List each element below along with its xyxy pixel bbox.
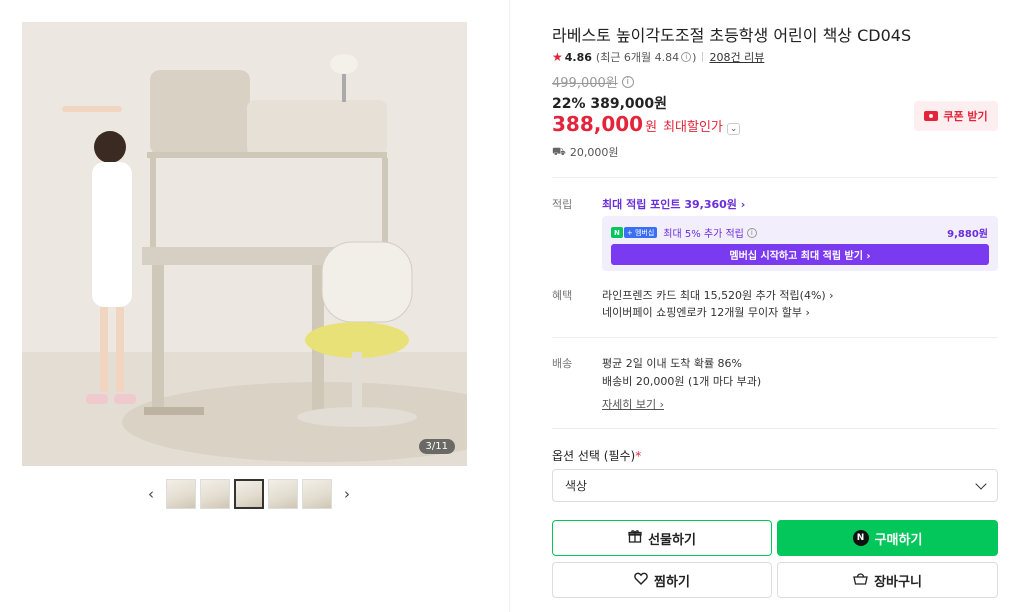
buy-label: 구매하기 xyxy=(874,532,923,548)
rating-recent-close: ) xyxy=(692,50,697,64)
original-price-row: 499,000원 i xyxy=(552,72,634,91)
option-label-text: 옵션 선택 (필수) xyxy=(552,449,636,463)
select-value: 색상 xyxy=(565,479,588,493)
cart-button[interactable]: 장바구니 xyxy=(777,562,998,598)
thumbnail-1[interactable] xyxy=(166,479,196,509)
chevron-down-icon xyxy=(975,477,987,490)
separator xyxy=(702,52,704,62)
max-discount-label: 최대할인가 xyxy=(663,120,723,135)
chevron-right-icon: › xyxy=(344,485,350,503)
max-points-link[interactable]: 최대 적립 포인트 39,360원 › xyxy=(602,196,745,212)
info-icon[interactable]: i xyxy=(621,75,634,88)
thumbnail-4[interactable] xyxy=(268,479,298,509)
delivery-details-link[interactable]: 자세히 보기 › xyxy=(602,396,664,412)
product-title: 라베스토 높이각도조절 초등학생 어린이 책상 CD04S xyxy=(552,26,912,45)
divider xyxy=(552,428,998,429)
membership-start-button[interactable]: 멤버십 시작하고 최대 적립 받기 › xyxy=(611,244,989,265)
chevron-down-icon[interactable]: ⌄ xyxy=(726,123,741,135)
wish-button[interactable]: 찜하기 xyxy=(552,562,772,598)
basket-icon xyxy=(853,572,868,589)
image-counter: 3/11 xyxy=(418,439,455,454)
benefits-label: 혜택 xyxy=(552,289,573,302)
rating-row: ★ 4.86 (최근 6개월 4.84 i ) 208건 리뷰 xyxy=(552,49,764,65)
info-icon[interactable]: i xyxy=(681,52,692,62)
product-main-image[interactable]: 3/11 xyxy=(22,22,467,466)
required-mark: * xyxy=(635,449,642,463)
next-image-button[interactable]: › xyxy=(336,479,358,509)
divider xyxy=(552,337,998,338)
product-info: 라베스토 높이각도조절 초등학생 어린이 책상 CD04S ★ 4.86 (최근… xyxy=(552,0,998,612)
max-discount-unit: 원 xyxy=(645,120,658,135)
cart-label: 장바구니 xyxy=(874,574,922,590)
color-option-select[interactable]: 색상 xyxy=(552,469,998,502)
points-label: 적립 xyxy=(552,198,573,211)
delivery-arrival: 평균 2일 이내 도착 확률 86% xyxy=(602,357,743,370)
prev-image-button[interactable]: ‹ xyxy=(140,479,162,509)
max-discount-row[interactable]: 388,000 원 최대할인가 ⌄ xyxy=(552,112,741,136)
naver-pay-icon: N xyxy=(852,530,869,546)
rating-score: 4.86 xyxy=(564,50,592,64)
membership-amount: 9,880원 xyxy=(947,229,988,240)
truck-icon: ⛟ xyxy=(552,144,566,158)
chevron-left-icon: ‹ xyxy=(148,485,154,503)
gift-label: 선물하기 xyxy=(648,532,696,548)
star-icon: ★ xyxy=(552,50,563,64)
thumbnail-3[interactable] xyxy=(234,479,264,509)
thumbnail-5[interactable] xyxy=(302,479,332,509)
review-link[interactable]: 208건 리뷰 xyxy=(709,49,764,65)
thumbnail-strip: ‹ › xyxy=(140,478,358,510)
wish-label: 찜하기 xyxy=(654,574,690,590)
max-discount-price: 388,000 xyxy=(552,112,644,136)
membership-info: N + 멤버십 최대 5% 추가 적립 i 9,880원 xyxy=(611,225,988,240)
heart-icon xyxy=(634,572,648,589)
shipping-fee-row: ⛟ 20,000원 xyxy=(552,144,618,160)
sale-price-row: 22% 389,000원 xyxy=(552,93,667,113)
rating-recent: (최근 6개월 4.84 xyxy=(595,51,680,64)
delivery-label: 배송 xyxy=(552,357,573,370)
product-photo-illustration xyxy=(22,22,467,466)
column-divider xyxy=(509,0,510,612)
divider xyxy=(552,177,998,178)
delivery-fee: 배송비 20,000원 (1개 마다 부과) xyxy=(602,375,762,388)
membership-box: N + 멤버십 최대 5% 추가 적립 i 9,880원 멤버십 시작하고 최대… xyxy=(602,216,998,271)
info-icon[interactable]: i xyxy=(746,227,757,238)
sale-price: 389,000원 xyxy=(590,96,668,112)
benefit-card[interactable]: 라인프렌즈 카드 최대 15,520원 추가 적립(4%) › xyxy=(602,287,834,303)
option-label: 옵션 선택 (필수)* xyxy=(552,447,641,464)
benefit-installment[interactable]: 네이버페이 쇼핑엔로카 12개월 무이자 할부 › xyxy=(602,304,810,320)
product-gallery: 3/11 ‹ › xyxy=(0,0,510,612)
discount-rate: 22% xyxy=(552,96,586,112)
gift-icon xyxy=(628,529,642,547)
gift-button[interactable]: 선물하기 xyxy=(552,520,772,556)
membership-text: 최대 5% 추가 적립 xyxy=(663,229,744,240)
coupon-label: 쿠폰 받기 xyxy=(943,110,988,123)
shipping-fee: 20,000원 xyxy=(569,146,619,159)
thumbnail-2[interactable] xyxy=(200,479,230,509)
membership-badge-plus: + 멤버십 xyxy=(623,227,658,238)
buy-button[interactable]: N 구매하기 xyxy=(777,520,998,556)
naver-membership-badge: N xyxy=(611,227,623,238)
original-price: 499,000원 xyxy=(552,76,618,91)
coupon-icon xyxy=(924,111,939,121)
coupon-button[interactable]: 쿠폰 받기 xyxy=(914,101,998,131)
